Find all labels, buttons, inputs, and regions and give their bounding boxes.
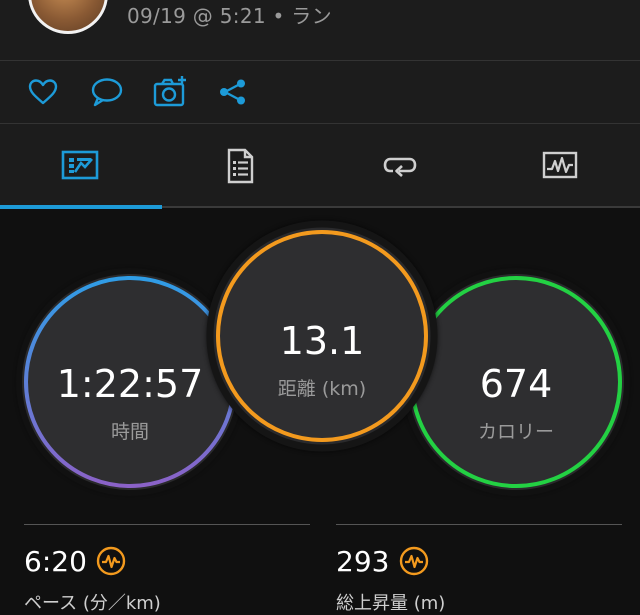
distance-label: 距離 (km) [277,378,367,400]
calories-summary: 674 カロリー [416,365,616,444]
calories-label: カロリー [477,421,554,443]
chart-wave-icon [542,151,578,179]
elevation-stat[interactable]: 293 総上昇量 (m) [336,524,622,615]
tab-bar [0,124,640,206]
document-list-icon [227,148,254,184]
pace-divider [24,524,310,525]
share-icon[interactable] [216,75,250,109]
comment-bubble-icon[interactable] [90,75,124,109]
calories-value: 674 [479,362,553,406]
overview-chart-icon [61,150,99,180]
time-value: 1:22:57 [56,362,204,406]
elevation-insight-icon[interactable] [399,546,429,576]
avatar[interactable] [28,0,108,34]
tab-overview[interactable] [0,124,160,206]
elevation-divider [336,524,622,525]
time-label: 時間 [110,421,149,443]
elevation-value: 293 [336,545,390,578]
distance-summary: 13.1 距離 (km) [222,322,422,401]
tab-stats[interactable] [160,124,320,206]
add-photo-icon[interactable] [153,75,187,109]
time-summary: 1:22:57 時間 [30,365,230,444]
action-bar [0,61,640,123]
pace-stat[interactable]: 6:20 ペース (分／km) [24,524,310,615]
pace-value: 6:20 [24,545,87,578]
elevation-label: 総上昇量 (m) [336,593,446,614]
tab-laps[interactable] [320,124,480,206]
activity-subtitle: 09/19 @ 5:21 • ラン [127,4,332,28]
tab-charts[interactable] [480,124,640,206]
activity-header: 09/19 @ 5:21 • ラン [0,0,640,60]
like-heart-icon[interactable] [26,75,60,109]
loop-arrow-icon [383,157,417,177]
pace-label: ペース (分／km) [24,593,161,614]
pace-insight-icon[interactable] [96,546,126,576]
distance-value: 13.1 [279,319,365,363]
